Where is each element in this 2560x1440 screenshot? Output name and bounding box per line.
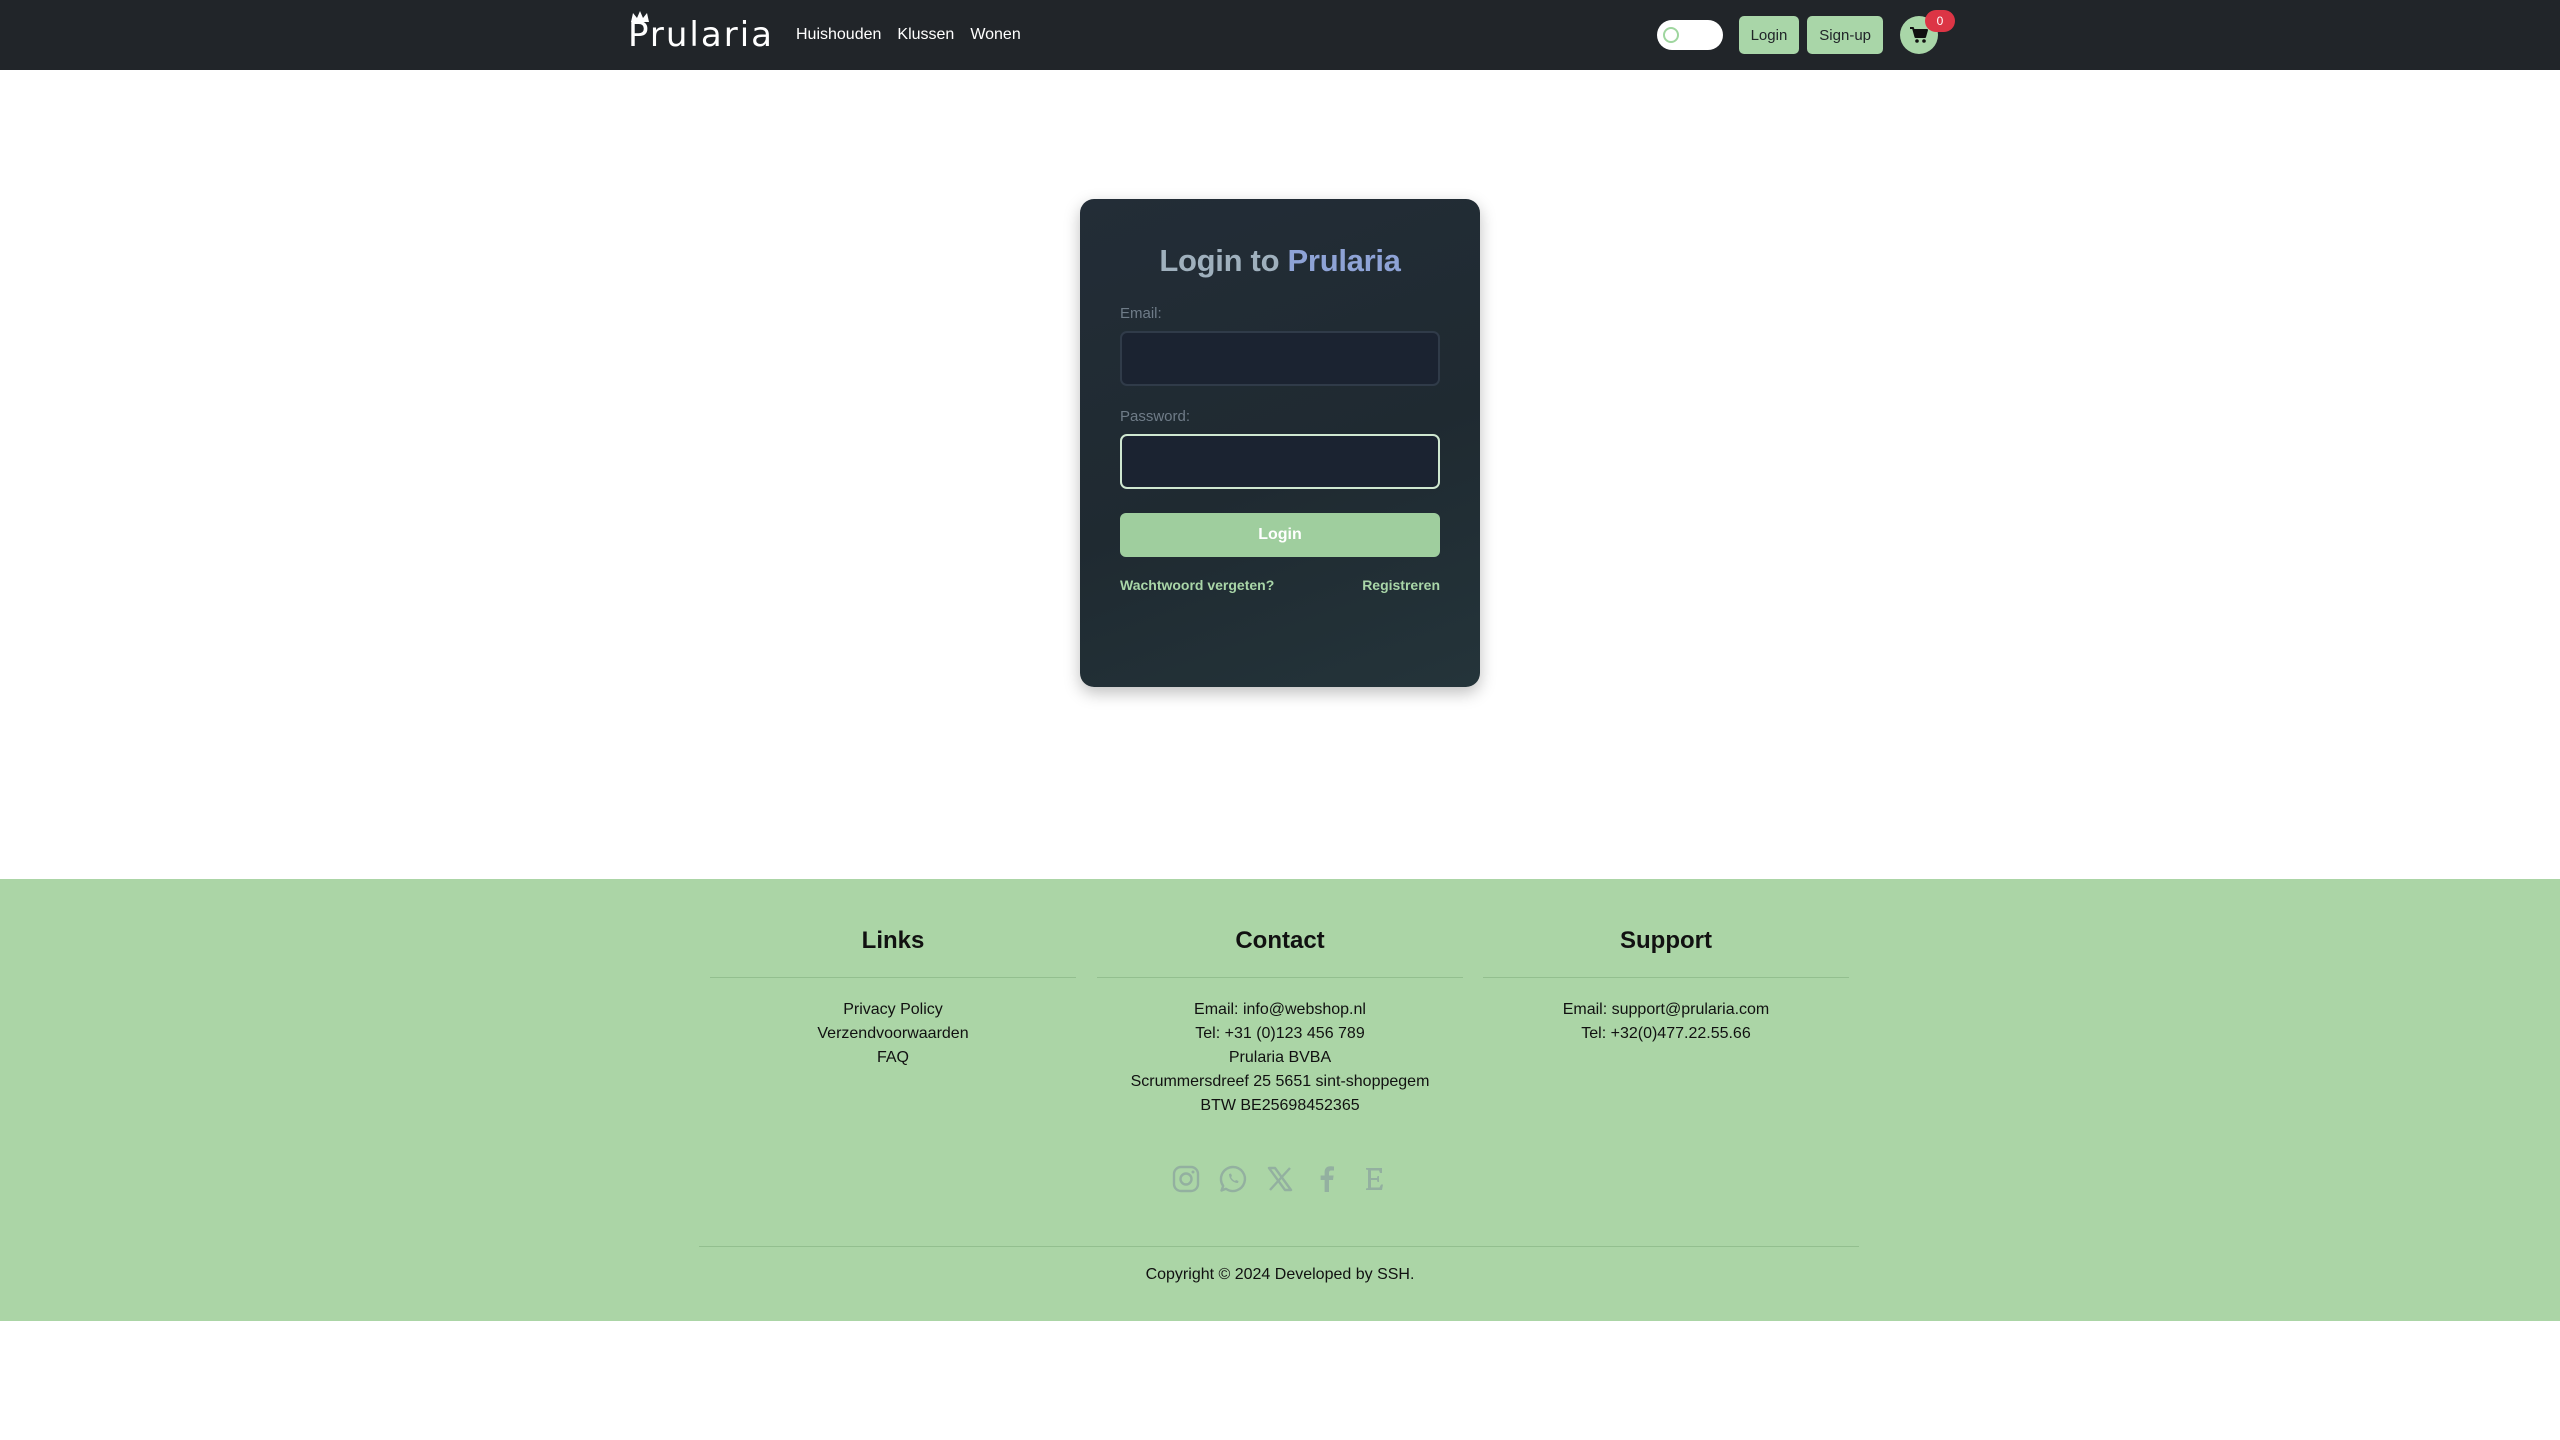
list-item: Privacy Policy bbox=[710, 998, 1076, 1022]
main-nav: Huishouden Klussen Wonen bbox=[796, 26, 1021, 44]
footer-contact-column: Contact Email: info@webshop.nl Tel: +31 … bbox=[1097, 879, 1463, 1118]
nav-link-wonen[interactable]: Wonen bbox=[970, 26, 1020, 44]
whatsapp-icon[interactable] bbox=[1217, 1162, 1250, 1196]
theme-toggle-knob-icon bbox=[1662, 27, 1679, 43]
footer-support-column: Support Email: support@prularia.com Tel:… bbox=[1483, 879, 1849, 1046]
footer-divider bbox=[710, 977, 1076, 978]
contact-address: Scrummersdreef 25 5651 sint-shoppegem bbox=[1130, 1073, 1430, 1090]
contact-email: Email: info@webshop.nl bbox=[1194, 1001, 1366, 1018]
cart-count-badge: 0 bbox=[1925, 10, 1955, 32]
footer-divider bbox=[1097, 977, 1463, 978]
list-item: FAQ bbox=[710, 1046, 1076, 1070]
nav-login-button[interactable]: Login bbox=[1738, 16, 1800, 54]
password-field[interactable] bbox=[1120, 434, 1440, 489]
contact-vat: BTW BE25698452365 bbox=[1200, 1097, 1360, 1114]
copyright-text: Copyright © 2024 Developed by SSH. bbox=[1145, 1266, 1415, 1283]
instagram-icon[interactable] bbox=[1170, 1162, 1203, 1196]
email-field[interactable] bbox=[1120, 331, 1440, 386]
footer-contact-list: Email: info@webshop.nl Tel: +31 (0)123 4… bbox=[1097, 998, 1463, 1118]
forgot-password-link[interactable]: Wachtwoord vergeten? bbox=[1120, 577, 1274, 593]
etsy-icon[interactable] bbox=[1357, 1162, 1390, 1196]
list-item: Verzendvoorwaarden bbox=[710, 1022, 1076, 1046]
facebook-icon[interactable] bbox=[1310, 1162, 1343, 1196]
footer-support-heading: Support bbox=[1620, 927, 1712, 954]
footer-support-list: Email: support@prularia.com Tel: +32(0)4… bbox=[1483, 998, 1849, 1046]
support-phone: Tel: +32(0)477.22.55.66 bbox=[1581, 1025, 1751, 1042]
login-card-links: Wachtwoord vergeten? Registreren bbox=[1120, 577, 1440, 593]
login-title: Login to Prularia bbox=[1120, 243, 1440, 279]
shipping-terms-link[interactable]: Verzendvoorwaarden bbox=[817, 1025, 968, 1042]
cart-button[interactable]: 0 bbox=[1900, 10, 1955, 54]
x-icon[interactable] bbox=[1264, 1162, 1297, 1196]
nav-signup-button[interactable]: Sign-up bbox=[1807, 16, 1883, 54]
password-label: Password: bbox=[1120, 408, 1191, 425]
faq-link[interactable]: FAQ bbox=[877, 1049, 909, 1066]
brand-logo[interactable]: Prularia bbox=[628, 0, 774, 70]
nav-link-huishouden[interactable]: Huishouden bbox=[796, 26, 881, 44]
support-email: Email: support@prularia.com bbox=[1562, 1001, 1770, 1018]
login-title-prefix: Login to bbox=[1159, 243, 1288, 278]
navbar-inner: Prularia Huishouden Klussen Wonen Login … bbox=[628, 0, 1955, 70]
footer-bottom-divider bbox=[699, 1246, 1859, 1247]
email-label: Email: bbox=[1120, 305, 1162, 322]
register-link[interactable]: Registreren bbox=[1362, 577, 1440, 593]
login-card: Login to Prularia Email: Password: Login… bbox=[1080, 199, 1480, 687]
footer-contact-heading: Contact bbox=[1235, 927, 1325, 954]
footer-links-heading: Links bbox=[861, 927, 925, 954]
footer-links-column: Links Privacy Policy Verzendvoorwaarden … bbox=[710, 879, 1076, 1070]
social-links bbox=[1170, 1159, 1390, 1199]
footer-divider bbox=[1483, 977, 1849, 978]
footer: Links Privacy Policy Verzendvoorwaarden … bbox=[0, 879, 2560, 1321]
contact-phone: Tel: +31 (0)123 456 789 bbox=[1195, 1025, 1365, 1042]
footer-links-list: Privacy Policy Verzendvoorwaarden FAQ bbox=[710, 998, 1076, 1070]
navbar: Prularia Huishouden Klussen Wonen Login … bbox=[0, 0, 2560, 70]
login-title-brand: Prularia bbox=[1287, 243, 1401, 278]
crown-icon bbox=[631, 11, 649, 22]
cart-icon bbox=[1910, 27, 1928, 43]
nav-link-klussen[interactable]: Klussen bbox=[897, 26, 954, 44]
contact-company: Prularia BVBA bbox=[1228, 1049, 1332, 1066]
privacy-policy-link[interactable]: Privacy Policy bbox=[843, 1001, 943, 1018]
login-submit-button[interactable]: Login bbox=[1120, 513, 1440, 557]
navbar-actions: Login Sign-up 0 bbox=[1656, 0, 1955, 70]
theme-toggle[interactable] bbox=[1656, 20, 1723, 50]
